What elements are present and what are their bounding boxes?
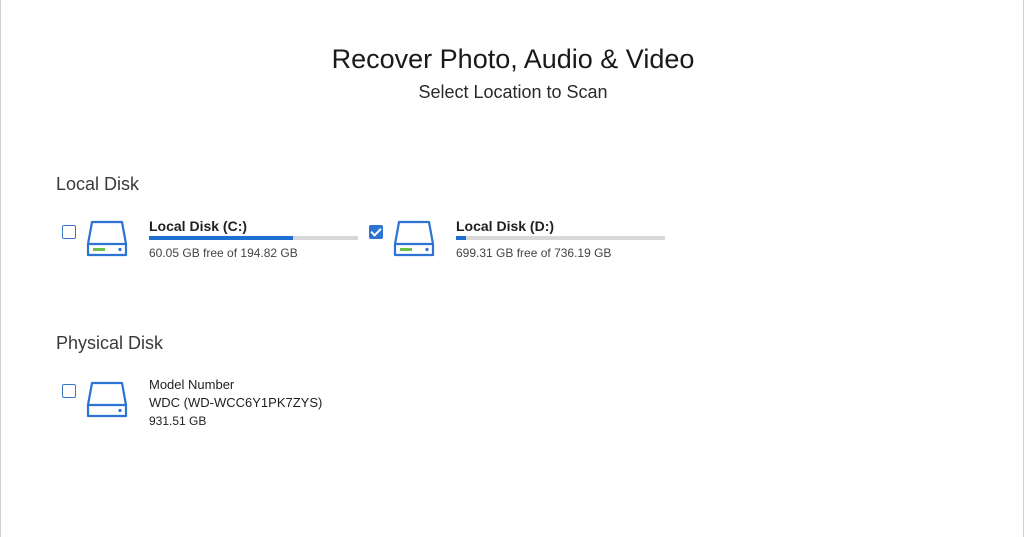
disk-item-d[interactable]: Local Disk (D:) 699.31 GB free of 736.19… [369, 218, 669, 268]
disk-c-free-space: 60.05 GB free of 194.82 GB [149, 246, 298, 260]
disk-d-usage-fill [456, 236, 467, 240]
hard-drive-icon [86, 220, 128, 257]
page-subtitle: Select Location to Scan [418, 82, 608, 102]
disk-c-checkbox[interactable] [62, 225, 76, 239]
physical-disk-model: WDC (WD-WCC6Y1PK7ZYS) [149, 395, 323, 410]
page-title: Recover Photo, Audio & Video [331, 44, 695, 74]
app-window: Recover Photo, Audio & Video Select Loca… [0, 0, 1024, 537]
hard-drive-icon [86, 381, 128, 418]
disk-c-name: Local Disk (C:) [149, 218, 248, 234]
disk-d-free-space: 699.31 GB free of 736.19 GB [456, 246, 612, 260]
disk-item-c[interactable]: Local Disk (C:) 60.05 GB free of 194.82 … [62, 218, 362, 268]
disk-d-name: Local Disk (D:) [456, 218, 555, 234]
disk-d-usage-bar [456, 236, 665, 240]
check-icon [370, 225, 382, 237]
physical-disk-checkbox[interactable] [62, 384, 76, 398]
physical-disk-section-label: Physical Disk [56, 333, 164, 353]
physical-disk-size: 931.51 GB [149, 414, 207, 428]
physical-disk-item[interactable]: Model Number WDC (WD-WCC6Y1PK7ZYS) 931.5… [62, 377, 362, 433]
disk-c-usage-bar [149, 236, 358, 240]
disk-d-checkbox[interactable] [369, 225, 383, 239]
local-disk-section-label: Local Disk [56, 174, 140, 194]
physical-disk-model-label: Model Number [149, 377, 235, 392]
hard-drive-icon [393, 220, 435, 257]
disk-c-usage-fill [149, 236, 294, 240]
